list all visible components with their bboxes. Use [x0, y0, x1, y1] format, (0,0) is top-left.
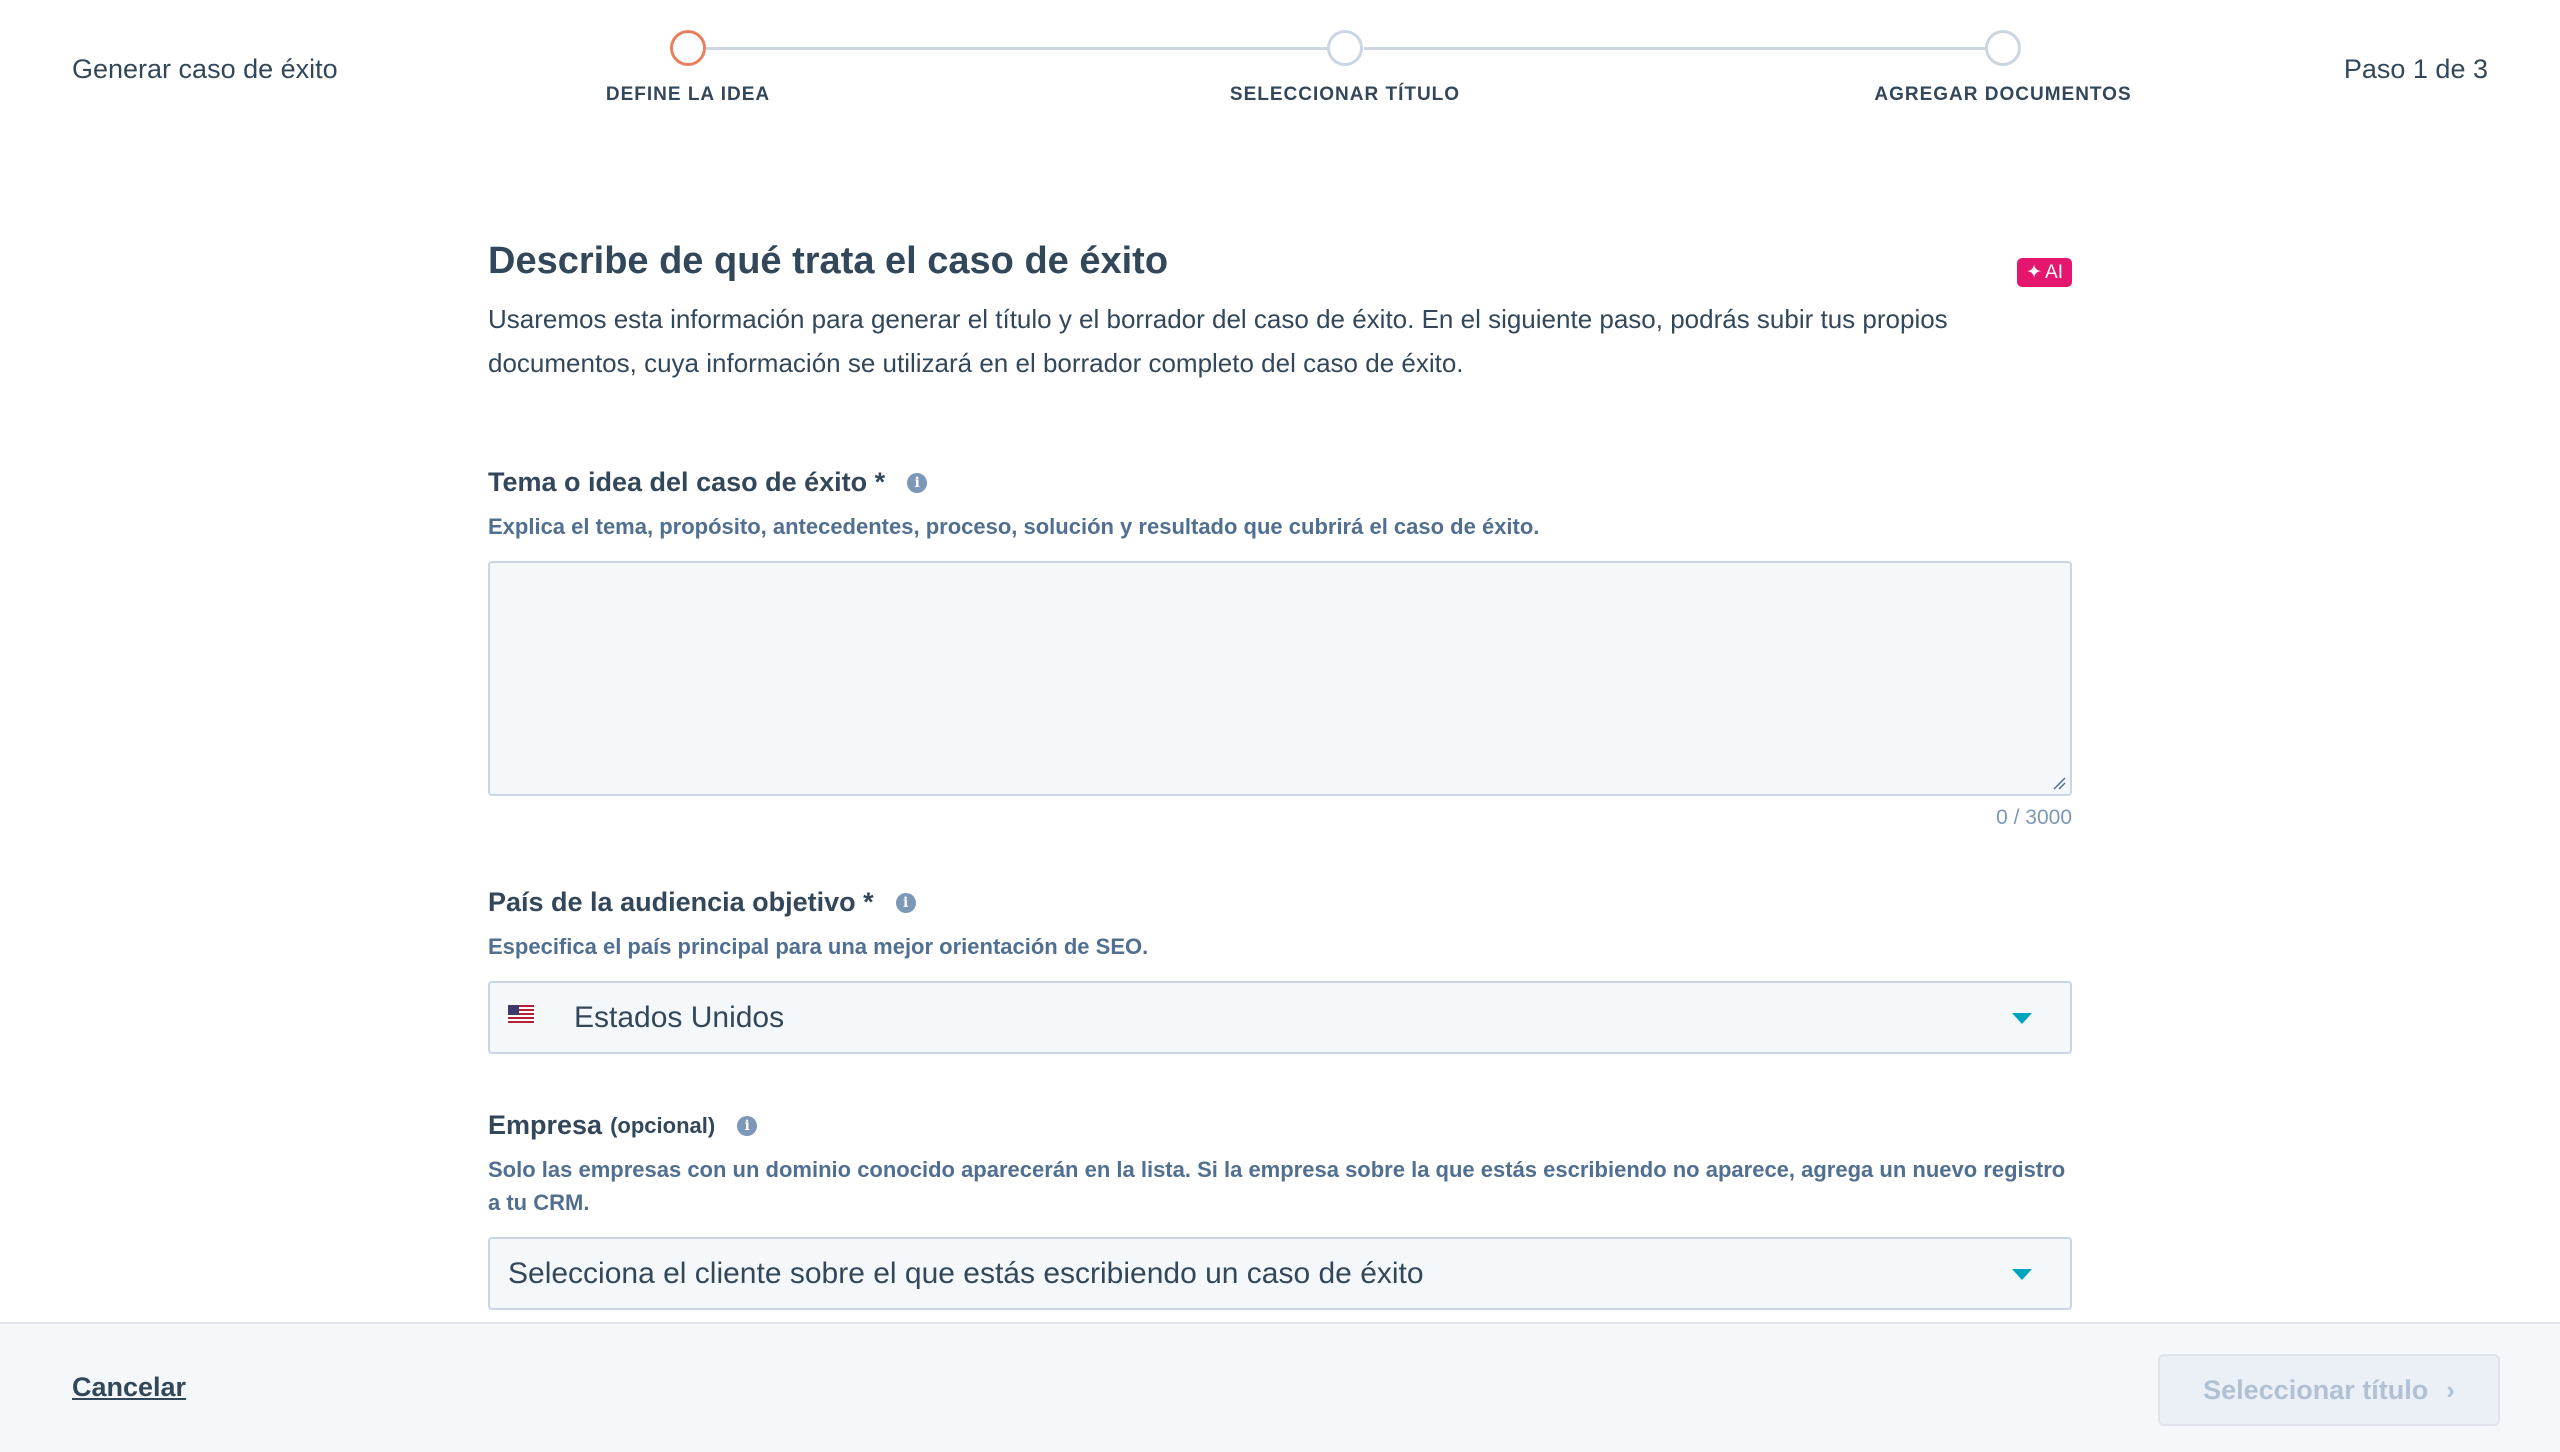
select-title-button[interactable]: Seleccionar título ›	[2158, 1354, 2500, 1426]
wizard-footer: Cancelar Seleccionar título ›	[0, 1322, 2560, 1452]
company-select[interactable]: Selecciona el cliente sobre el que estás…	[488, 1237, 2072, 1310]
step-indicator	[1985, 30, 2021, 66]
char-counter: 0 / 3000	[1996, 806, 2072, 829]
info-icon[interactable]: i	[895, 892, 916, 913]
topic-field: Tema o idea del caso de éxito * i Explic…	[488, 467, 2072, 830]
topic-label: Tema o idea del caso de éxito * i	[488, 467, 2072, 498]
chevron-right-icon: ›	[2446, 1374, 2455, 1405]
step-indicator-active	[670, 30, 706, 66]
step-label: DEFINE LA IDEA	[605, 84, 771, 105]
us-flag-icon	[508, 1005, 534, 1023]
sparkle-icon: ✦	[2026, 262, 2043, 283]
company-label-text: Empresa	[488, 1110, 603, 1140]
chevron-down-icon	[2012, 1269, 2032, 1280]
info-icon[interactable]: i	[737, 1115, 758, 1136]
cancel-link[interactable]: Cancelar	[72, 1372, 186, 1403]
company-field: Empresa (opcional) i Solo las empresas c…	[488, 1110, 2072, 1310]
info-icon[interactable]: i	[907, 472, 928, 493]
ai-badge-label: AI	[2045, 262, 2063, 283]
step-add-documents: AGREGAR DOCUMENTOS	[1803, 30, 2203, 106]
step-label: SELECCIONAR TÍTULO	[1229, 84, 1461, 105]
country-label: País de la audiencia objetivo * i	[488, 887, 2072, 918]
company-label: Empresa (opcional) i	[488, 1110, 2072, 1141]
topic-textarea[interactable]	[488, 561, 2072, 796]
country-field: País de la audiencia objetivo * i Especi…	[488, 887, 2072, 1054]
optional-tag: (opcional)	[610, 1112, 716, 1138]
resize-handle-icon[interactable]	[2052, 776, 2066, 790]
wizard-header: Generar caso de éxito DEFINE LA IDEA SEL…	[0, 0, 2560, 130]
intro-text: Usaremos esta información para generar e…	[488, 304, 1948, 378]
country-value: Estados Unidos	[574, 1000, 785, 1034]
step-define-idea: DEFINE LA IDEA	[488, 30, 888, 106]
country-label-text: País de la audiencia objetivo *	[488, 887, 874, 917]
company-placeholder: Selecciona el cliente sobre el que estás…	[508, 1256, 1424, 1290]
topic-help: Explica el tema, propósito, antecedentes…	[488, 514, 1540, 539]
country-select[interactable]: Estados Unidos	[488, 981, 2072, 1054]
chevron-down-icon	[2012, 1013, 2032, 1024]
company-help: Solo las empresas con un dominio conocid…	[488, 1157, 2066, 1215]
page-title: Describe de qué trata el caso de éxito	[488, 240, 1169, 282]
main-form: Describe de qué trata el caso de éxito ✦…	[488, 240, 2072, 1310]
topic-label-text: Tema o idea del caso de éxito *	[488, 467, 886, 497]
ai-badge: ✦ AI	[2017, 258, 2072, 287]
step-label: AGREGAR DOCUMENTOS	[1874, 84, 2132, 105]
step-select-title: SELECCIONAR TÍTULO	[1145, 30, 1545, 106]
step-indicator	[1327, 30, 1363, 66]
step-count: Paso 1 de 3	[2343, 54, 2488, 84]
select-title-button-label: Seleccionar título	[2203, 1374, 2429, 1405]
app-title: Generar caso de éxito	[72, 54, 338, 84]
country-help: Especifica el país principal para una me…	[488, 934, 1149, 959]
